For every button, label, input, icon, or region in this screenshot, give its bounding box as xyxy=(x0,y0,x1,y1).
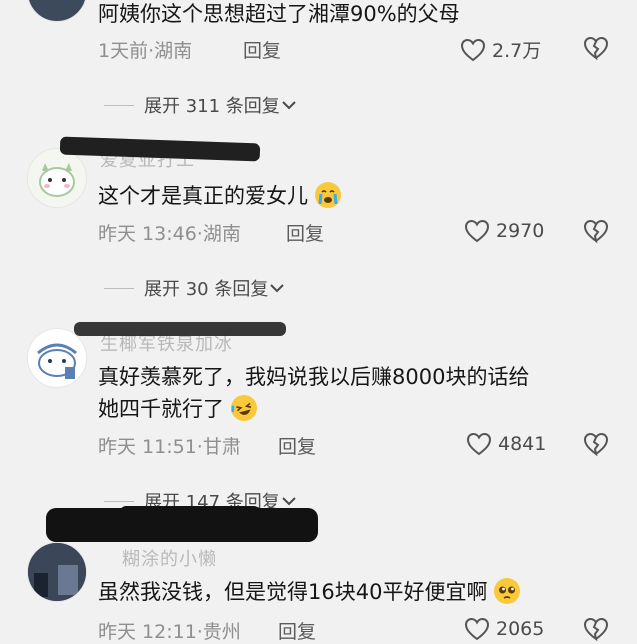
like-count: 2970 xyxy=(496,220,545,242)
divider-line xyxy=(104,104,134,106)
like-count: 2065 xyxy=(496,618,545,640)
comment-text: 真好羡慕死了，我妈说我以后赚8000块的话给 她四千就行了 xyxy=(98,361,618,425)
expand-replies-label: 展开 30 条回复 xyxy=(144,279,269,300)
chevron-down-icon xyxy=(270,284,285,293)
avatar[interactable] xyxy=(27,148,87,208)
comment-meta: 昨天 11:51·甘肃 xyxy=(98,436,241,458)
reply-button[interactable]: 回复 xyxy=(278,432,316,459)
heart-outline-icon xyxy=(460,38,486,61)
redaction-bar xyxy=(74,322,286,336)
nickname: 糊涂的小懒 xyxy=(122,549,217,570)
divider-line xyxy=(104,500,134,502)
chevron-down-icon xyxy=(282,497,296,506)
like-button[interactable]: 2065 xyxy=(464,617,544,641)
broken-heart-icon[interactable] xyxy=(583,617,609,641)
laughing-emoji-icon xyxy=(227,392,260,424)
like-button[interactable]: 2.7万 xyxy=(460,36,541,63)
heart-outline-icon xyxy=(464,617,490,641)
reply-button[interactable]: 回复 xyxy=(243,36,281,63)
avatar[interactable] xyxy=(27,0,87,22)
reply-button[interactable]: 回复 xyxy=(286,219,324,246)
comment-meta: 昨天 13:46·湖南 xyxy=(98,223,241,245)
divider-line xyxy=(104,287,134,289)
photo-avatar-icon xyxy=(28,543,86,601)
expand-replies-label: 展开 311 条回复 xyxy=(144,96,280,117)
like-count: 2.7万 xyxy=(492,40,542,62)
comment-location: 甘肃 xyxy=(202,436,241,458)
cartoon-avatar-icon xyxy=(37,343,77,379)
redaction-bar xyxy=(59,136,261,162)
heart-outline-icon xyxy=(466,432,492,456)
crying-emoji-icon xyxy=(314,182,341,208)
cartoon-avatar-icon xyxy=(39,163,75,197)
like-count: 4841 xyxy=(498,433,547,455)
comment-text: 这个才是真正的爱女儿 xyxy=(98,180,341,212)
avatar[interactable] xyxy=(27,328,87,388)
expand-replies-button[interactable]: 展开 311 条回复 xyxy=(104,92,296,118)
comment-meta: 1天前·湖南 xyxy=(98,40,193,62)
redaction-bar xyxy=(120,506,260,526)
comment-text: 阿姨你这个思想超过了湘潭90%的父母 xyxy=(98,2,460,26)
broken-heart-icon[interactable] xyxy=(583,432,609,456)
broken-heart-icon[interactable] xyxy=(583,219,609,243)
pleading-emoji-icon xyxy=(494,578,521,604)
like-button[interactable]: 4841 xyxy=(466,432,546,456)
comment-time: 昨天 11:51 xyxy=(98,436,197,458)
expand-replies-button[interactable]: 展开 30 条回复 xyxy=(104,275,285,301)
comment-time: 昨天 13:46 xyxy=(98,223,197,245)
comment-time: 1天前 xyxy=(98,40,149,62)
avatar[interactable] xyxy=(27,542,87,602)
comment-text: 虽然我没钱，但是觉得16块40平好便宜啊 xyxy=(98,576,521,608)
like-button[interactable]: 2970 xyxy=(464,219,544,243)
comment-location: 湖南 xyxy=(202,223,241,245)
heart-outline-icon xyxy=(464,219,490,243)
broken-heart-icon[interactable] xyxy=(583,36,609,60)
chevron-down-icon xyxy=(282,101,296,110)
comment-location: 湖南 xyxy=(154,40,193,62)
